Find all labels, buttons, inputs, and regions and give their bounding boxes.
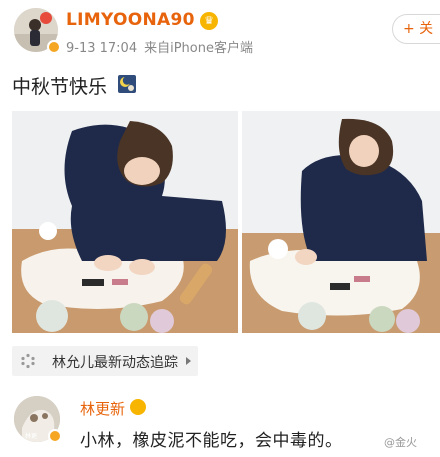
verified-badge-icon: [47, 40, 61, 54]
post-photo-1[interactable]: [12, 111, 238, 333]
member-crown-icon: ♛: [200, 12, 218, 30]
verified-badge-icon: [48, 429, 62, 443]
post-meta: 9-13 17:04 来自iPhone客户端: [66, 37, 253, 56]
topic-link[interactable]: 林允儿最新动态追踪: [12, 346, 198, 376]
poster-username[interactable]: LIMYOONA90: [66, 10, 195, 30]
svg-text:林更: 林更: [25, 432, 37, 440]
post-photo-2[interactable]: [242, 111, 440, 333]
spinner-icon: [20, 353, 36, 369]
post-time: 9-13 17:04: [66, 41, 138, 56]
watermark: @金火: [384, 436, 417, 449]
comment-author[interactable]: 林更新: [80, 398, 125, 419]
topic-label: 林允儿最新动态追踪: [52, 355, 178, 371]
chevron-right-icon: [186, 357, 191, 365]
moon-emoji-icon: [117, 74, 137, 94]
follow-button[interactable]: + 关: [392, 14, 440, 44]
post-text: 中秋节快乐: [12, 76, 108, 98]
member-crown-icon: [130, 399, 146, 415]
comment-text: 小林，橡皮泥不能吃，会中毒的。: [80, 431, 343, 451]
post-source: 来自iPhone客户端: [144, 41, 253, 56]
